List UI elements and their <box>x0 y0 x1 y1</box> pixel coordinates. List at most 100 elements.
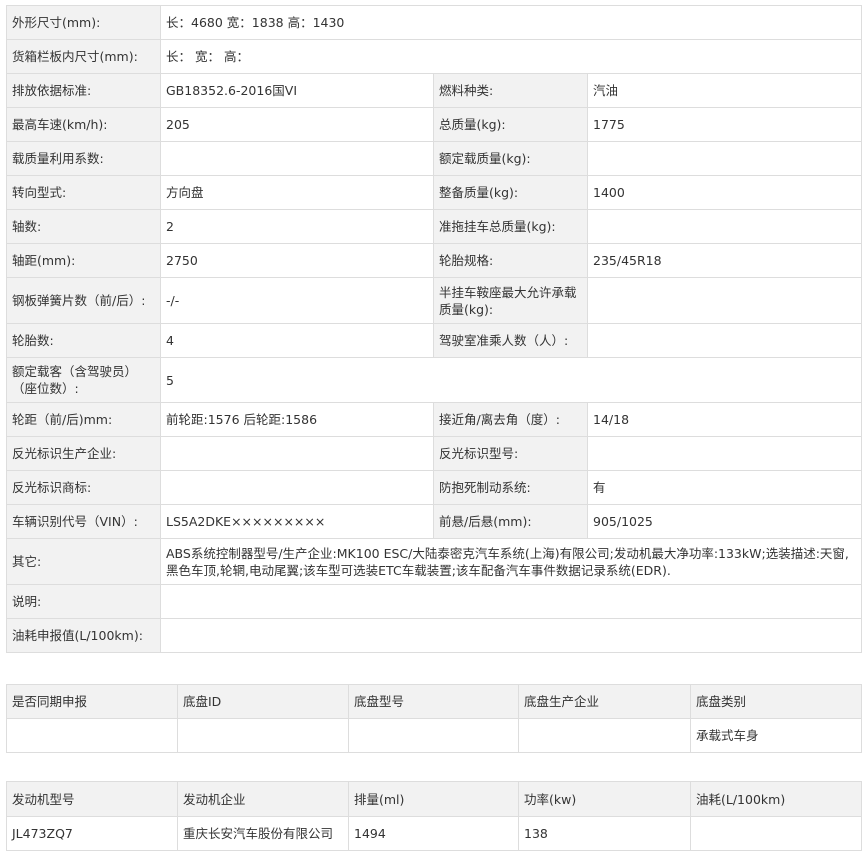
track-label: 轮距（前/后)mm: <box>6 402 161 437</box>
load-util-label: 载质量利用系数: <box>6 141 161 176</box>
notes-label: 说明: <box>6 584 161 619</box>
leaf-springs-label: 钢板弹簧片数（前/后）: <box>6 277 161 324</box>
chassis-table: 是否同期申报 底盘ID 底盘型号 底盘生产企业 底盘类别 承载式车身 <box>6 684 862 753</box>
engine-header-displacement: 排量(ml) <box>348 781 519 817</box>
notes-value <box>159 584 863 619</box>
engine-header-maker: 发动机企业 <box>177 781 349 817</box>
row-track: 轮距（前/后)mm: 前轮距:1576 后轮距:1586 接近角/离去角（度）:… <box>6 402 863 437</box>
abs-label: 防抱死制动系统: <box>433 470 588 505</box>
other-label: 其它: <box>6 538 161 585</box>
row-reflect: 反光标识生产企业: 反光标识型号: <box>6 436 863 471</box>
tires-value: 4 <box>160 323 434 358</box>
emission-std-label: 排放依据标准: <box>6 73 161 108</box>
chassis-header-category: 底盘类别 <box>690 684 862 719</box>
row-cargo-size: 货箱栏板内尺寸(mm): 长： 宽： 高： <box>6 39 863 74</box>
curb-mass-value: 1400 <box>586 175 863 210</box>
load-util-value <box>160 141 434 176</box>
spec-table: 外形尺寸(mm): 长：4680 宽：1838 高：1430 货箱栏板内尺寸(m… <box>6 5 863 653</box>
total-mass-label: 总质量(kg): <box>433 107 588 142</box>
row-other: 其它: ABS系统控制器型号/生产企业:MK100 ESC/大陆泰密克汽车系统(… <box>6 538 863 585</box>
row-wheelbase: 轴距(mm): 2750 轮胎规格: 235/45R18 <box>6 243 863 278</box>
overhang-value: 905/1025 <box>586 504 863 539</box>
reflect-brand-label: 反光标识商标: <box>6 470 161 505</box>
reflect-maker-value <box>160 436 434 471</box>
tire-spec-label: 轮胎规格: <box>433 243 588 278</box>
row-speed: 最高车速(km/h): 205 总质量(kg): 1775 <box>6 107 863 142</box>
wheelbase-value: 2750 <box>160 243 434 278</box>
reflect-maker-label: 反光标识生产企业: <box>6 436 161 471</box>
row-abs: 反光标识商标: 防抱死制动系统: 有 <box>6 470 863 505</box>
total-mass-value: 1775 <box>586 107 863 142</box>
chassis-header-row: 是否同期申报 底盘ID 底盘型号 底盘生产企业 底盘类别 <box>6 684 862 719</box>
rated-load-label: 额定载质量(kg): <box>433 141 588 176</box>
chassis-header-maker: 底盘生产企业 <box>518 684 691 719</box>
row-steering: 转向型式: 方向盘 整备质量(kg): 1400 <box>6 175 863 210</box>
row-passengers: 额定载客（含驾驶员）（座位数）: 5 <box>6 357 863 403</box>
row-axles: 轴数: 2 准拖挂车总质量(kg): <box>6 209 863 244</box>
chassis-header-id: 底盘ID <box>177 684 349 719</box>
row-fuel-report: 油耗申报值(L/100km): <box>6 618 863 653</box>
chassis-data-row: 承载式车身 <box>6 718 862 753</box>
other-value: ABS系统控制器型号/生产企业:MK100 ESC/大陆泰密克汽车系统(上海)有… <box>159 538 863 585</box>
passengers-value: 5 <box>159 357 863 403</box>
tire-spec-value: 235/45R18 <box>586 243 863 278</box>
engine-data-row: JL473ZQ7 重庆长安汽车股份有限公司 1494 138 <box>6 816 862 851</box>
row-springs: 钢板弹簧片数（前/后）: -/- 半挂车鞍座最大允许承载质量(kg): <box>6 277 863 324</box>
chassis-maker <box>518 718 691 753</box>
steering-label: 转向型式: <box>6 175 161 210</box>
axles-value: 2 <box>160 209 434 244</box>
angles-value: 14/18 <box>586 402 863 437</box>
saddle-load-label: 半挂车鞍座最大允许承载质量(kg): <box>433 277 588 324</box>
curb-mass-label: 整备质量(kg): <box>433 175 588 210</box>
row-notes: 说明: <box>6 584 863 619</box>
passengers-label: 额定载客（含驾驶员）（座位数）: <box>6 357 161 403</box>
reflect-model-label: 反光标识型号: <box>433 436 588 471</box>
chassis-header-concurrent: 是否同期申报 <box>6 684 178 719</box>
cargo-size-value: 长： 宽： 高： <box>159 39 863 74</box>
engine-model: JL473ZQ7 <box>6 816 178 851</box>
row-vin: 车辆识别代号（VIN）: LS5A2DKE××××××××× 前悬/后悬(mm)… <box>6 504 863 539</box>
row-emission: 排放依据标准: GB18352.6-2016国VI 燃料种类: 汽油 <box>6 73 863 108</box>
leaf-springs-value: -/- <box>160 277 434 324</box>
cab-seats-label: 驾驶室准乘人数（人）: <box>433 323 588 358</box>
trailer-mass-label: 准拖挂车总质量(kg): <box>433 209 588 244</box>
wheelbase-label: 轴距(mm): <box>6 243 161 278</box>
fuel-report-label: 油耗申报值(L/100km): <box>6 618 161 653</box>
vin-value: LS5A2DKE××××××××× <box>160 504 434 539</box>
max-speed-value: 205 <box>160 107 434 142</box>
abs-value: 有 <box>586 470 863 505</box>
engine-fuel <box>690 816 862 851</box>
engine-displacement: 1494 <box>348 816 519 851</box>
fuel-type-value: 汽油 <box>586 73 863 108</box>
vin-label: 车辆识别代号（VIN）: <box>6 504 161 539</box>
chassis-model <box>348 718 519 753</box>
engine-header-model: 发动机型号 <box>6 781 178 817</box>
tires-label: 轮胎数: <box>6 323 161 358</box>
chassis-category: 承载式车身 <box>690 718 862 753</box>
engine-header-fuel: 油耗(L/100km) <box>690 781 862 817</box>
angles-label: 接近角/离去角（度）: <box>433 402 588 437</box>
engine-header-row: 发动机型号 发动机企业 排量(ml) 功率(kw) 油耗(L/100km) <box>6 781 862 817</box>
rated-load-value <box>586 141 863 176</box>
reflect-model-value <box>586 436 863 471</box>
cargo-size-label: 货箱栏板内尺寸(mm): <box>6 39 161 74</box>
reflect-brand-value <box>160 470 434 505</box>
saddle-load-value <box>586 277 863 324</box>
row-load: 载质量利用系数: 额定载质量(kg): <box>6 141 863 176</box>
row-tires: 轮胎数: 4 驾驶室准乘人数（人）: <box>6 323 863 358</box>
engine-table: 发动机型号 发动机企业 排量(ml) 功率(kw) 油耗(L/100km) JL… <box>6 781 862 851</box>
cab-seats-value <box>586 323 863 358</box>
outer-size-label: 外形尺寸(mm): <box>6 5 161 40</box>
fuel-type-label: 燃料种类: <box>433 73 588 108</box>
chassis-id <box>177 718 349 753</box>
engine-maker: 重庆长安汽车股份有限公司 <box>177 816 349 851</box>
fuel-report-value <box>159 618 863 653</box>
track-value: 前轮距:1576 后轮距:1586 <box>160 402 434 437</box>
steering-value: 方向盘 <box>160 175 434 210</box>
axles-label: 轴数: <box>6 209 161 244</box>
trailer-mass-value <box>586 209 863 244</box>
chassis-concurrent <box>6 718 178 753</box>
engine-power: 138 <box>518 816 691 851</box>
chassis-header-model: 底盘型号 <box>348 684 519 719</box>
max-speed-label: 最高车速(km/h): <box>6 107 161 142</box>
